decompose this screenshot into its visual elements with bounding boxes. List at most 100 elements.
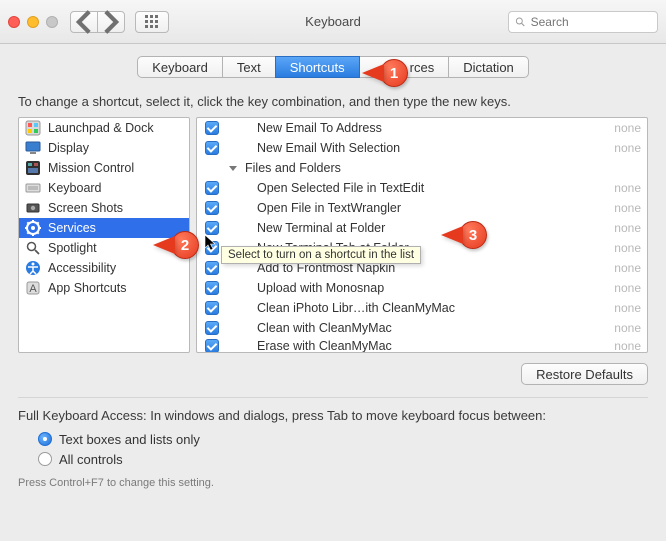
- titlebar: Keyboard: [0, 0, 666, 44]
- checkbox[interactable]: [205, 301, 219, 315]
- list-item[interactable]: Open Selected File in TextEditnone: [197, 178, 647, 198]
- item-label: New Terminal at Folder: [229, 221, 614, 235]
- shortcut-value[interactable]: none: [614, 141, 641, 155]
- minimize-window-icon[interactable]: [27, 16, 39, 28]
- spotlight-icon: [25, 240, 41, 256]
- cat-label: App Shortcuts: [48, 281, 127, 295]
- checkbox[interactable]: [205, 339, 219, 353]
- item-label: Upload with Monosnap: [229, 281, 614, 295]
- annotation-1: 1: [362, 59, 408, 87]
- keyboard-icon: [25, 180, 41, 196]
- item-label: Open File in TextWrangler: [229, 201, 614, 215]
- tab-keyboard[interactable]: Keyboard: [137, 56, 223, 78]
- back-forward-segment: [70, 11, 125, 33]
- annotation-3: 3: [441, 221, 487, 249]
- checkbox[interactable]: [205, 201, 219, 215]
- cat-keyboard[interactable]: Keyboard: [19, 178, 189, 198]
- list-item[interactable]: Open File in TextWranglernone: [197, 198, 647, 218]
- tab-dictation[interactable]: Dictation: [448, 56, 529, 78]
- radio-text-boxes-only[interactable]: Text boxes and lists only: [38, 429, 648, 449]
- shortcut-value[interactable]: none: [614, 221, 641, 235]
- checkbox[interactable]: [205, 281, 219, 295]
- full-keyboard-access-label: Full Keyboard Access: In windows and dia…: [18, 408, 648, 423]
- forward-button[interactable]: [97, 11, 125, 33]
- disclosure-triangle-icon[interactable]: [229, 166, 237, 171]
- cat-label: Display: [48, 141, 89, 155]
- close-window-icon[interactable]: [8, 16, 20, 28]
- cat-launchpad-dock[interactable]: Launchpad & Dock: [19, 118, 189, 138]
- shortcut-value[interactable]: none: [614, 261, 641, 275]
- checkbox[interactable]: [205, 141, 219, 155]
- checkbox[interactable]: [205, 221, 219, 235]
- list-item[interactable]: New Email With Selectionnone: [197, 138, 647, 158]
- checkbox[interactable]: [205, 261, 219, 275]
- shortcut-value[interactable]: none: [614, 241, 641, 255]
- pane-tabbar: Keyboard Text Shortcuts rces Dictation: [0, 44, 666, 88]
- cat-label: Keyboard: [48, 181, 102, 195]
- cat-label: Services: [48, 221, 96, 235]
- show-all-prefs-button[interactable]: [135, 11, 169, 33]
- accessibility-icon: [25, 260, 41, 276]
- radio-button[interactable]: [38, 452, 52, 466]
- item-label: New Email With Selection: [229, 141, 614, 155]
- search-icon: [515, 16, 526, 28]
- list-item[interactable]: New Email To Addressnone: [197, 118, 647, 138]
- tab-shortcuts[interactable]: Shortcuts: [275, 56, 360, 78]
- mission-control-icon: [25, 160, 41, 176]
- restore-defaults-button[interactable]: Restore Defaults: [521, 363, 648, 385]
- cat-screenshots[interactable]: Screen Shots: [19, 198, 189, 218]
- checkbox[interactable]: [205, 241, 219, 255]
- item-label: Clean iPhoto Libr…ith CleanMyMac: [229, 301, 614, 315]
- checkbox[interactable]: [205, 181, 219, 195]
- services-icon: [25, 220, 41, 236]
- cat-accessibility[interactable]: Accessibility: [19, 258, 189, 278]
- list-item[interactable]: Clean with CleanMyMacnone: [197, 318, 647, 338]
- cat-label: Launchpad & Dock: [48, 121, 154, 135]
- hint-text: Press Control+F7 to change this setting.: [18, 477, 648, 489]
- checkbox[interactable]: [205, 121, 219, 135]
- back-button[interactable]: [70, 11, 98, 33]
- item-label: New Email To Address: [229, 121, 614, 135]
- cat-display[interactable]: Display: [19, 138, 189, 158]
- tooltip: Select to turn on a shortcut in the list: [221, 246, 421, 264]
- cat-app-shortcuts[interactable]: A App Shortcuts: [19, 278, 189, 298]
- list-item[interactable]: Upload with Monosnapnone: [197, 278, 647, 298]
- instruction-text: To change a shortcut, select it, click t…: [18, 94, 648, 109]
- shortcut-list[interactable]: New Email To Addressnone New Email With …: [196, 117, 648, 353]
- cat-label: Mission Control: [48, 161, 134, 175]
- search-input[interactable]: [531, 15, 651, 29]
- item-label: Clean with CleanMyMac: [229, 321, 614, 335]
- shortcut-value[interactable]: none: [614, 339, 641, 353]
- tab-text[interactable]: Text: [222, 56, 276, 78]
- screenshots-icon: [25, 200, 41, 216]
- shortcut-value[interactable]: none: [614, 181, 641, 195]
- list-item[interactable]: Clean iPhoto Libr…ith CleanMyMacnone: [197, 298, 647, 318]
- shortcut-value[interactable]: none: [614, 281, 641, 295]
- shortcut-value[interactable]: none: [614, 201, 641, 215]
- svg-text:A: A: [29, 283, 37, 295]
- group-label: Files and Folders: [241, 161, 641, 175]
- launchpad-icon: [25, 120, 41, 136]
- list-item[interactable]: New Terminal at Foldernone: [197, 218, 647, 238]
- display-icon: [25, 140, 41, 156]
- item-label: Erase with CleanMyMac: [229, 339, 614, 353]
- search-field[interactable]: [508, 11, 658, 33]
- divider: [18, 397, 648, 398]
- app-shortcuts-icon: A: [25, 280, 41, 296]
- checkbox[interactable]: [205, 321, 219, 335]
- radio-button[interactable]: [38, 432, 52, 446]
- shortcut-value[interactable]: none: [614, 321, 641, 335]
- cat-mission-control[interactable]: Mission Control: [19, 158, 189, 178]
- radio-all-controls[interactable]: All controls: [38, 449, 648, 469]
- item-label: Open Selected File in TextEdit: [229, 181, 614, 195]
- list-item[interactable]: Erase with CleanMyMacnone: [197, 338, 647, 353]
- shortcut-value[interactable]: none: [614, 121, 641, 135]
- list-group-header[interactable]: Files and Folders: [197, 158, 647, 178]
- shortcut-value[interactable]: none: [614, 301, 641, 315]
- zoom-window-icon[interactable]: [46, 16, 58, 28]
- cat-label: Spotlight: [48, 241, 97, 255]
- cat-label: Screen Shots: [48, 201, 123, 215]
- annotation-2: 2: [153, 231, 199, 259]
- window-controls: [8, 16, 58, 28]
- cat-label: Accessibility: [48, 261, 116, 275]
